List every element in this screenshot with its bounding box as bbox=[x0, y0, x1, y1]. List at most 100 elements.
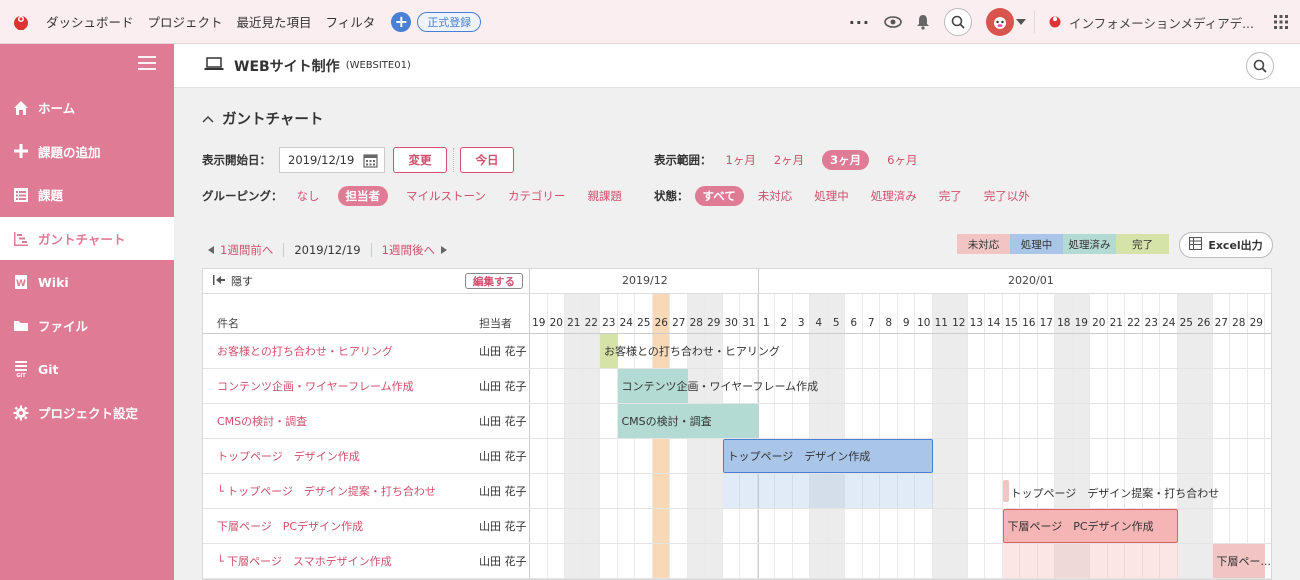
start-date-label: 表示開始日： bbox=[202, 153, 271, 167]
change-button[interactable]: 変更 bbox=[393, 147, 447, 173]
task-name-link[interactable]: 下層ページ PCデザイン作成 bbox=[217, 518, 363, 534]
table-row[interactable]: コンテンツ企画・ワイヤーフレーム作成 山田 花子 bbox=[203, 369, 530, 404]
day-column bbox=[1177, 294, 1195, 579]
add-plus-button[interactable]: + bbox=[391, 11, 412, 32]
status-closed[interactable]: 完了 bbox=[939, 188, 962, 204]
status-resolved[interactable]: 処理済み bbox=[871, 188, 917, 204]
group-none[interactable]: なし bbox=[297, 188, 320, 204]
project-title[interactable]: WEBサイト制作 bbox=[234, 56, 340, 76]
sidebar-item-project-settings[interactable]: プロジェクト設定 bbox=[0, 391, 174, 435]
space-name[interactable]: インフォメーションメディアデ... bbox=[1069, 13, 1254, 32]
section-title[interactable]: ガントチャート bbox=[202, 108, 323, 129]
notification-bell-icon[interactable] bbox=[916, 14, 930, 30]
task-name-link[interactable]: └ 下層ページ スマホデザイン作成 bbox=[217, 553, 392, 569]
table-row[interactable]: 下層ページ PCデザイン作成 山田 花子 bbox=[203, 509, 530, 544]
group-parent[interactable]: 親課題 bbox=[587, 188, 622, 204]
table-row[interactable]: CMSの検討・調査 山田 花子 bbox=[203, 404, 530, 439]
sidebar-item-wiki[interactable]: W Wiki bbox=[0, 260, 174, 304]
backlog-logo-icon[interactable] bbox=[10, 11, 32, 33]
day-label: 28 bbox=[689, 317, 703, 329]
day-label: 31 bbox=[742, 317, 756, 329]
chevron-down-icon[interactable] bbox=[1015, 19, 1026, 25]
excel-export-button[interactable]: Excel出力 bbox=[1179, 232, 1273, 258]
project-search-icon[interactable] bbox=[1246, 52, 1274, 80]
folder-icon bbox=[12, 317, 30, 335]
next-week-link[interactable]: 1週間後へ bbox=[382, 242, 435, 258]
month-label: 2020/01 bbox=[1008, 274, 1054, 287]
day-label: 25 bbox=[1179, 317, 1193, 329]
status-open[interactable]: 未対応 bbox=[758, 188, 793, 204]
status-all[interactable]: すべて bbox=[694, 186, 744, 206]
status-in-progress[interactable]: 処理中 bbox=[814, 188, 849, 204]
sidebar-item-home[interactable]: ホーム bbox=[0, 86, 174, 130]
task-name-link[interactable]: トップページ デザイン作成 bbox=[217, 448, 360, 464]
day-label: 9 bbox=[902, 317, 910, 329]
sidebar-item-files[interactable]: ファイル bbox=[0, 304, 174, 348]
day-column bbox=[827, 294, 845, 579]
register-button[interactable]: 正式登録 bbox=[417, 11, 482, 32]
search-icon[interactable] bbox=[943, 8, 972, 36]
range-3-month[interactable]: 3ヶ月 bbox=[822, 150, 870, 170]
sidebar-item-issues[interactable]: 課題 bbox=[0, 173, 174, 217]
gantt-bar[interactable]: お客様との打ち合わせ・ヒアリング bbox=[600, 334, 780, 368]
arrow-left-icon[interactable] bbox=[208, 243, 214, 257]
group-assignee[interactable]: 担当者 bbox=[337, 186, 388, 206]
day-label: 24 bbox=[619, 317, 633, 329]
task-name-link[interactable]: コンテンツ企画・ワイヤーフレーム作成 bbox=[217, 378, 414, 394]
day-label: 27 bbox=[672, 317, 686, 329]
gantt-bar[interactable]: CMSの検討・調査 bbox=[617, 404, 758, 438]
sidebar-item-gantt[interactable]: ガントチャート bbox=[0, 216, 174, 261]
task-name-link[interactable]: └ トップページ デザイン提案・打ち合わせ bbox=[217, 483, 436, 499]
gantt-bar[interactable] bbox=[1002, 480, 1009, 502]
table-row[interactable]: └ 下層ページ スマホデザイン作成 山田 花子 bbox=[203, 544, 530, 579]
today-button[interactable]: 今日 bbox=[460, 147, 514, 173]
prev-week-link[interactable]: 1週間前へ bbox=[220, 242, 273, 258]
gantt-child-range bbox=[722, 474, 933, 508]
task-name-link[interactable]: お客様との打ち合わせ・ヒアリング bbox=[217, 343, 393, 359]
user-avatar[interactable] bbox=[985, 8, 1014, 36]
nav-projects[interactable]: プロジェクト bbox=[148, 12, 223, 31]
calendar-icon[interactable] bbox=[363, 153, 378, 171]
gantt-bar[interactable]: 下層ペー... bbox=[1212, 544, 1271, 578]
day-label: 26 bbox=[1197, 317, 1211, 329]
sidebar-item-add-issue[interactable]: 課題の追加 bbox=[0, 130, 174, 174]
day-column bbox=[932, 294, 950, 579]
gantt-bar[interactable]: コンテンツ企画・ワイヤーフレーム作成 bbox=[617, 369, 818, 403]
gantt-bar[interactable]: トップページ デザイン作成 bbox=[722, 439, 933, 473]
status-not-closed[interactable]: 完了以外 bbox=[984, 188, 1030, 204]
group-milestone[interactable]: マイルストーン bbox=[406, 188, 486, 204]
divider bbox=[453, 148, 454, 172]
day-label: 27 bbox=[1214, 317, 1228, 329]
top-bar: ダッシュボード プロジェクト 最近見た項目 フィルタ + 正式登録 ··· イン… bbox=[0, 0, 1300, 44]
table-row[interactable]: トップページ デザイン作成 山田 花子 bbox=[203, 439, 530, 474]
edit-button[interactable]: 編集する bbox=[465, 273, 523, 289]
group-category[interactable]: カテゴリー bbox=[508, 188, 566, 204]
svg-text:W: W bbox=[16, 279, 26, 289]
nav-recent[interactable]: 最近見た項目 bbox=[237, 12, 312, 31]
month-label: 2019/12 bbox=[622, 274, 668, 287]
section-title-text: ガントチャート bbox=[222, 112, 324, 128]
range-6-month[interactable]: 6ヶ月 bbox=[887, 152, 917, 168]
project-key: (WEBSITE01) bbox=[345, 60, 411, 71]
gantt-bar[interactable]: 下層ページ PCデザイン作成 bbox=[1002, 509, 1178, 543]
day-column bbox=[1213, 294, 1230, 579]
chevron-up-icon[interactable] bbox=[202, 111, 214, 127]
day-label: 15 bbox=[1004, 317, 1018, 329]
start-date-input[interactable]: 2019/12/19 bbox=[279, 147, 385, 173]
nav-dashboard[interactable]: ダッシュボード bbox=[46, 12, 134, 31]
sidebar-item-git[interactable]: GIT Git bbox=[0, 348, 174, 392]
table-row[interactable]: └ トップページ デザイン提案・打ち合わせ 山田 花子 bbox=[203, 474, 530, 509]
nav-filter[interactable]: フィルタ bbox=[326, 12, 376, 31]
hamburger-menu-icon[interactable] bbox=[138, 56, 156, 70]
start-date-value: 2019/12/19 bbox=[288, 153, 355, 167]
task-name-link[interactable]: CMSの検討・調査 bbox=[217, 413, 307, 429]
legend-item: 処理済み bbox=[1063, 234, 1116, 254]
watch-eye-icon[interactable] bbox=[884, 16, 902, 28]
range-1-month[interactable]: 1ヶ月 bbox=[726, 152, 756, 168]
range-2-month[interactable]: 2ヶ月 bbox=[774, 152, 804, 168]
table-row[interactable]: お客様との打ち合わせ・ヒアリング 山田 花子 bbox=[203, 334, 530, 369]
apps-grid-icon[interactable] bbox=[1274, 15, 1288, 29]
arrow-right-icon[interactable] bbox=[440, 243, 447, 257]
more-icon[interactable]: ··· bbox=[849, 13, 870, 32]
hide-toggle[interactable]: 隠す bbox=[213, 273, 253, 289]
